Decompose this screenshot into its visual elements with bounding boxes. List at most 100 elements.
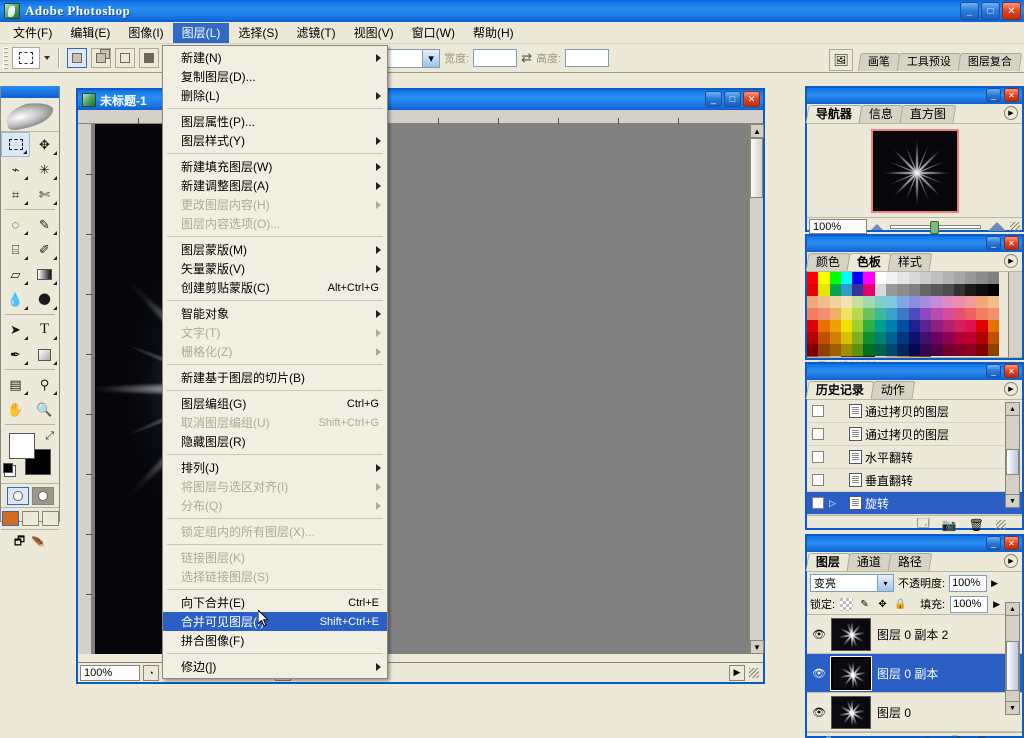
color-swatch[interactable] bbox=[908, 296, 920, 308]
color-swatch[interactable] bbox=[987, 308, 999, 320]
color-swatch[interactable] bbox=[874, 296, 887, 308]
color-swatch[interactable] bbox=[852, 296, 864, 308]
color-swatch[interactable] bbox=[874, 356, 887, 357]
color-swatch[interactable] bbox=[863, 320, 875, 332]
color-swatch[interactable] bbox=[886, 332, 898, 344]
color-swatch[interactable] bbox=[953, 344, 966, 356]
swatches-title-bar[interactable]: _ ✕ bbox=[807, 236, 1022, 252]
blend-mode-select[interactable]: 变亮 ▾ bbox=[810, 574, 894, 592]
layer-visibility-icon[interactable]: 👁 bbox=[807, 628, 831, 641]
eraser-tool[interactable]: ▱ bbox=[1, 262, 30, 287]
color-swatch[interactable] bbox=[919, 272, 932, 284]
color-swatch[interactable] bbox=[953, 296, 966, 308]
full-screen-mode-button[interactable] bbox=[41, 511, 59, 526]
menu-edit[interactable]: 编辑(E) bbox=[61, 23, 119, 43]
color-swatch[interactable] bbox=[908, 356, 920, 357]
color-swatch[interactable] bbox=[953, 332, 966, 344]
color-swatch[interactable] bbox=[818, 284, 830, 296]
intersect-selection-button[interactable] bbox=[139, 48, 159, 68]
color-swatch[interactable] bbox=[863, 332, 875, 344]
healing-brush-tool[interactable]: ◌ bbox=[1, 212, 30, 237]
zoom-slider[interactable] bbox=[890, 220, 981, 234]
history-minimize-button[interactable]: _ bbox=[986, 364, 1001, 378]
document-maximize-button[interactable]: □ bbox=[724, 91, 741, 107]
color-swatch[interactable] bbox=[942, 344, 954, 356]
tab-histogram[interactable]: 直方图 bbox=[899, 105, 957, 123]
menu-select[interactable]: 选择(S) bbox=[229, 23, 287, 43]
palette-menu-icon[interactable]: ▶ bbox=[1004, 554, 1018, 568]
scroll-down-arrow-icon[interactable]: ▼ bbox=[1006, 701, 1019, 714]
color-swatch[interactable] bbox=[829, 356, 841, 357]
menu-item-delete[interactable]: 删除(L) bbox=[163, 86, 387, 105]
color-swatch[interactable] bbox=[807, 356, 819, 357]
color-swatch[interactable] bbox=[942, 284, 954, 296]
menu-item-layer-properties[interactable]: 图层属性(P)... bbox=[163, 112, 387, 131]
color-swatch[interactable] bbox=[942, 320, 954, 332]
resize-grip[interactable] bbox=[996, 519, 1006, 530]
foreground-color-swatch[interactable] bbox=[9, 433, 35, 459]
tab-layers[interactable]: 图层 bbox=[805, 553, 851, 571]
blur-tool[interactable]: 💧 bbox=[1, 287, 30, 312]
scroll-up-arrow-icon[interactable]: ▲ bbox=[1006, 403, 1019, 416]
color-swatch[interactable] bbox=[931, 332, 943, 344]
color-swatch[interactable] bbox=[840, 272, 853, 284]
resize-grip[interactable] bbox=[749, 667, 759, 678]
menu-item-arrange[interactable]: 排列(J) bbox=[163, 458, 387, 477]
swap-dimensions-icon[interactable]: ⇄ bbox=[521, 50, 532, 66]
hand-tool[interactable]: ✋ bbox=[1, 397, 30, 422]
color-swatch[interactable] bbox=[987, 272, 999, 284]
opacity-slider-arrow-icon[interactable]: ▶ bbox=[991, 578, 998, 589]
menu-item-new[interactable]: 新建(N) bbox=[163, 48, 387, 67]
pen-tool[interactable]: ✒ bbox=[1, 342, 30, 367]
lock-all-icon[interactable]: 🔒 bbox=[894, 598, 907, 611]
menu-item-group-layers[interactable]: 图层编组(G) Ctrl+G bbox=[163, 394, 387, 413]
color-swatch[interactable] bbox=[886, 320, 898, 332]
minimize-button[interactable]: _ bbox=[960, 2, 979, 20]
color-swatch[interactable] bbox=[818, 272, 830, 284]
color-swatch[interactable] bbox=[897, 320, 909, 332]
lock-image-icon[interactable]: ✎ bbox=[858, 598, 871, 611]
tab-styles[interactable]: 样式 bbox=[887, 253, 933, 271]
document-minimize-button[interactable]: _ bbox=[705, 91, 722, 107]
jump-to-imageready-icon[interactable]: 🗗 bbox=[14, 532, 25, 553]
color-swatch[interactable] bbox=[818, 356, 830, 357]
layer-thumbnail[interactable] bbox=[831, 617, 871, 651]
zoom-tool[interactable]: 🔍 bbox=[30, 397, 59, 422]
color-swatch[interactable] bbox=[874, 332, 887, 344]
color-swatch[interactable] bbox=[807, 344, 819, 356]
document-vertical-scrollbar[interactable]: ▲ ▼ bbox=[749, 124, 764, 654]
fill-slider-arrow-icon[interactable]: ▶ bbox=[993, 599, 1000, 610]
menu-item-merge-down[interactable]: 向下合并(E) Ctrl+E bbox=[163, 593, 387, 612]
color-swatch[interactable] bbox=[965, 344, 977, 356]
color-swatch[interactable] bbox=[931, 284, 943, 296]
snapshot-checkbox[interactable] bbox=[807, 446, 829, 468]
scroll-thumb[interactable] bbox=[1006, 449, 1019, 475]
palette-menu-icon[interactable]: ▶ bbox=[1004, 254, 1018, 268]
lock-position-icon[interactable]: ✥ bbox=[876, 598, 889, 611]
lock-transparency-icon[interactable] bbox=[840, 597, 854, 611]
color-swatch[interactable] bbox=[953, 284, 966, 296]
color-swatch[interactable] bbox=[953, 308, 966, 320]
scroll-down-arrow-icon[interactable]: ▼ bbox=[750, 640, 764, 654]
width-input[interactable] bbox=[473, 49, 518, 67]
zoom-in-icon[interactable] bbox=[988, 222, 1006, 231]
color-swatch[interactable] bbox=[829, 272, 841, 284]
color-swatch[interactable] bbox=[852, 284, 864, 296]
layers-close-button[interactable]: ✕ bbox=[1004, 536, 1019, 550]
color-swatch[interactable] bbox=[987, 320, 999, 332]
history-row[interactable]: 通过拷贝的图层 bbox=[807, 400, 1022, 423]
menu-layer[interactable]: 图层(L) bbox=[172, 22, 230, 43]
color-swatch[interactable] bbox=[919, 344, 932, 356]
history-row[interactable]: 水平翻转 bbox=[807, 446, 1022, 469]
color-swatch[interactable] bbox=[953, 272, 966, 284]
color-swatch[interactable] bbox=[976, 320, 988, 332]
default-colors-icon[interactable] bbox=[3, 463, 16, 477]
color-swatch[interactable] bbox=[807, 284, 819, 296]
color-swatch[interactable] bbox=[886, 284, 898, 296]
color-swatch[interactable] bbox=[863, 284, 875, 296]
layer-thumbnail[interactable] bbox=[830, 655, 872, 691]
color-swatch[interactable] bbox=[852, 320, 864, 332]
color-swatch[interactable] bbox=[931, 308, 943, 320]
shape-tool[interactable] bbox=[30, 342, 59, 367]
tab-paths[interactable]: 路径 bbox=[887, 553, 933, 571]
